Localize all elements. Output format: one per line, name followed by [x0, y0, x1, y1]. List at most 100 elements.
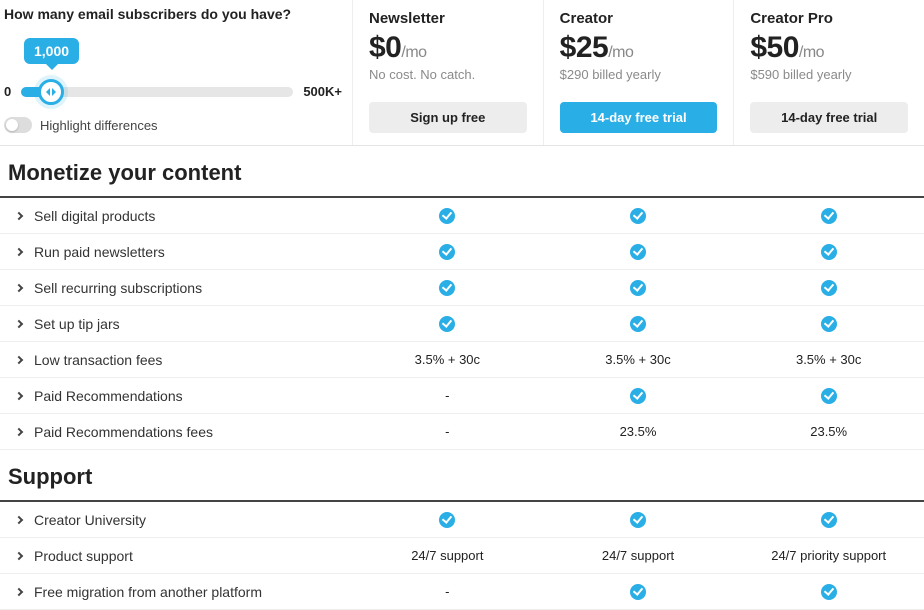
- check-icon: [439, 244, 455, 260]
- feature-cell: [733, 575, 924, 608]
- check-icon: [821, 388, 837, 404]
- feature-cell: [543, 307, 734, 340]
- feature-row: Creator University: [0, 502, 924, 538]
- check-icon: [630, 388, 646, 404]
- feature-label[interactable]: Low transaction fees: [0, 344, 352, 376]
- plan-subtext: $290 billed yearly: [560, 67, 718, 82]
- plan-price: $50/mo: [750, 31, 908, 65]
- chevron-right-icon: [15, 551, 23, 559]
- feature-cell: 3.5% + 30c: [733, 344, 924, 375]
- check-icon: [630, 512, 646, 528]
- feature-cell: 24/7 support: [352, 540, 543, 571]
- feature-cell: -: [352, 416, 543, 447]
- check-icon: [630, 244, 646, 260]
- feature-label[interactable]: Set up tip jars: [0, 308, 352, 340]
- plan-column: Newsletter $0/mo No cost. No catch. Sign up…: [352, 0, 543, 145]
- check-icon: [630, 208, 646, 224]
- check-icon: [439, 208, 455, 224]
- feature-cell: -: [352, 380, 543, 411]
- chevron-right-icon: [15, 427, 23, 435]
- plan-name: Creator: [560, 10, 718, 27]
- feature-cell: [543, 575, 734, 608]
- feature-label[interactable]: Run paid newsletters: [0, 236, 352, 268]
- feature-cell: [352, 271, 543, 304]
- plan-cta-button[interactable]: 14-day free trial: [750, 102, 908, 133]
- section-header: Monetize your content: [0, 146, 924, 198]
- feature-cell: [733, 307, 924, 340]
- feature-cell: [733, 379, 924, 412]
- feature-cell: [352, 503, 543, 536]
- feature-cell: [543, 271, 734, 304]
- feature-row: Sell digital products: [0, 198, 924, 234]
- check-icon: [630, 280, 646, 296]
- plan-price: $0/mo: [369, 31, 527, 65]
- check-icon: [630, 584, 646, 600]
- feature-row: Run paid newsletters: [0, 234, 924, 270]
- check-icon: [821, 584, 837, 600]
- feature-label[interactable]: Free migration from another platform: [0, 576, 352, 608]
- slider-max-label: 500K+: [303, 84, 342, 99]
- feature-row: Free migration from another platform-: [0, 574, 924, 610]
- feature-cell: [733, 271, 924, 304]
- highlight-differences-label: Highlight differences: [40, 118, 158, 133]
- feature-row: Sell recurring subscriptions: [0, 270, 924, 306]
- check-icon: [821, 316, 837, 332]
- feature-cell: [543, 379, 734, 412]
- feature-cell: [733, 503, 924, 536]
- feature-row: Low transaction fees3.5% + 30c3.5% + 30c…: [0, 342, 924, 378]
- chevron-right-icon: [15, 587, 23, 595]
- subscriber-slider[interactable]: [21, 87, 293, 97]
- feature-label[interactable]: Paid Recommendations fees: [0, 416, 352, 448]
- feature-row: Set up tip jars: [0, 306, 924, 342]
- feature-cell: [352, 199, 543, 232]
- plan-subtext: $590 billed yearly: [750, 67, 908, 82]
- plan-cta-button[interactable]: Sign up free: [369, 102, 527, 133]
- check-icon: [439, 512, 455, 528]
- feature-cell: 23.5%: [733, 416, 924, 447]
- feature-cell: 3.5% + 30c: [352, 344, 543, 375]
- slider-min-label: 0: [4, 84, 11, 99]
- plan-name: Newsletter: [369, 10, 527, 27]
- feature-cell: [543, 503, 734, 536]
- highlight-differences-toggle[interactable]: [4, 117, 32, 133]
- feature-label[interactable]: Sell recurring subscriptions: [0, 272, 352, 304]
- feature-row: Paid Recommendations fees-23.5%23.5%: [0, 414, 924, 450]
- plan-cta-button[interactable]: 14-day free trial: [560, 102, 718, 133]
- check-icon: [821, 280, 837, 296]
- feature-cell: 23.5%: [543, 416, 734, 447]
- plan-column: Creator $25/mo $290 billed yearly 14-day fr…: [543, 0, 734, 145]
- feature-row: Product support24/7 support24/7 support2…: [0, 538, 924, 574]
- chevron-right-icon: [15, 211, 23, 219]
- feature-label[interactable]: Paid Recommendations: [0, 380, 352, 412]
- feature-label[interactable]: Product support: [0, 540, 352, 572]
- chevron-right-icon: [15, 355, 23, 363]
- chevron-right-icon: [15, 319, 23, 327]
- plan-column: Creator Pro $50/mo $590 billed yearly 14-da…: [733, 0, 924, 145]
- plan-name: Creator Pro: [750, 10, 908, 27]
- check-icon: [821, 512, 837, 528]
- feature-cell: 3.5% + 30c: [543, 344, 734, 375]
- chevron-right-icon: [15, 247, 23, 255]
- feature-cell: [352, 307, 543, 340]
- subscriber-value-bubble: 1,000: [24, 38, 79, 64]
- feature-cell: [543, 235, 734, 268]
- feature-cell: -: [352, 576, 543, 607]
- feature-cell: 24/7 priority support: [733, 540, 924, 571]
- feature-cell: 24/7 support: [543, 540, 734, 571]
- plan-subtext: No cost. No catch.: [369, 67, 527, 82]
- section-header: Support: [0, 450, 924, 502]
- chevron-right-icon: [15, 515, 23, 523]
- feature-label[interactable]: Creator University: [0, 504, 352, 536]
- feature-cell: [733, 235, 924, 268]
- check-icon: [439, 316, 455, 332]
- check-icon: [821, 208, 837, 224]
- feature-label[interactable]: Sell digital products: [0, 200, 352, 232]
- feature-cell: [733, 199, 924, 232]
- check-icon: [821, 244, 837, 260]
- check-icon: [439, 280, 455, 296]
- feature-cell: [543, 199, 734, 232]
- plan-price: $25/mo: [560, 31, 718, 65]
- slider-handle-icon[interactable]: [38, 79, 64, 105]
- chevron-right-icon: [15, 391, 23, 399]
- subscriber-question-title: How many email subscribers do you have?: [4, 6, 342, 22]
